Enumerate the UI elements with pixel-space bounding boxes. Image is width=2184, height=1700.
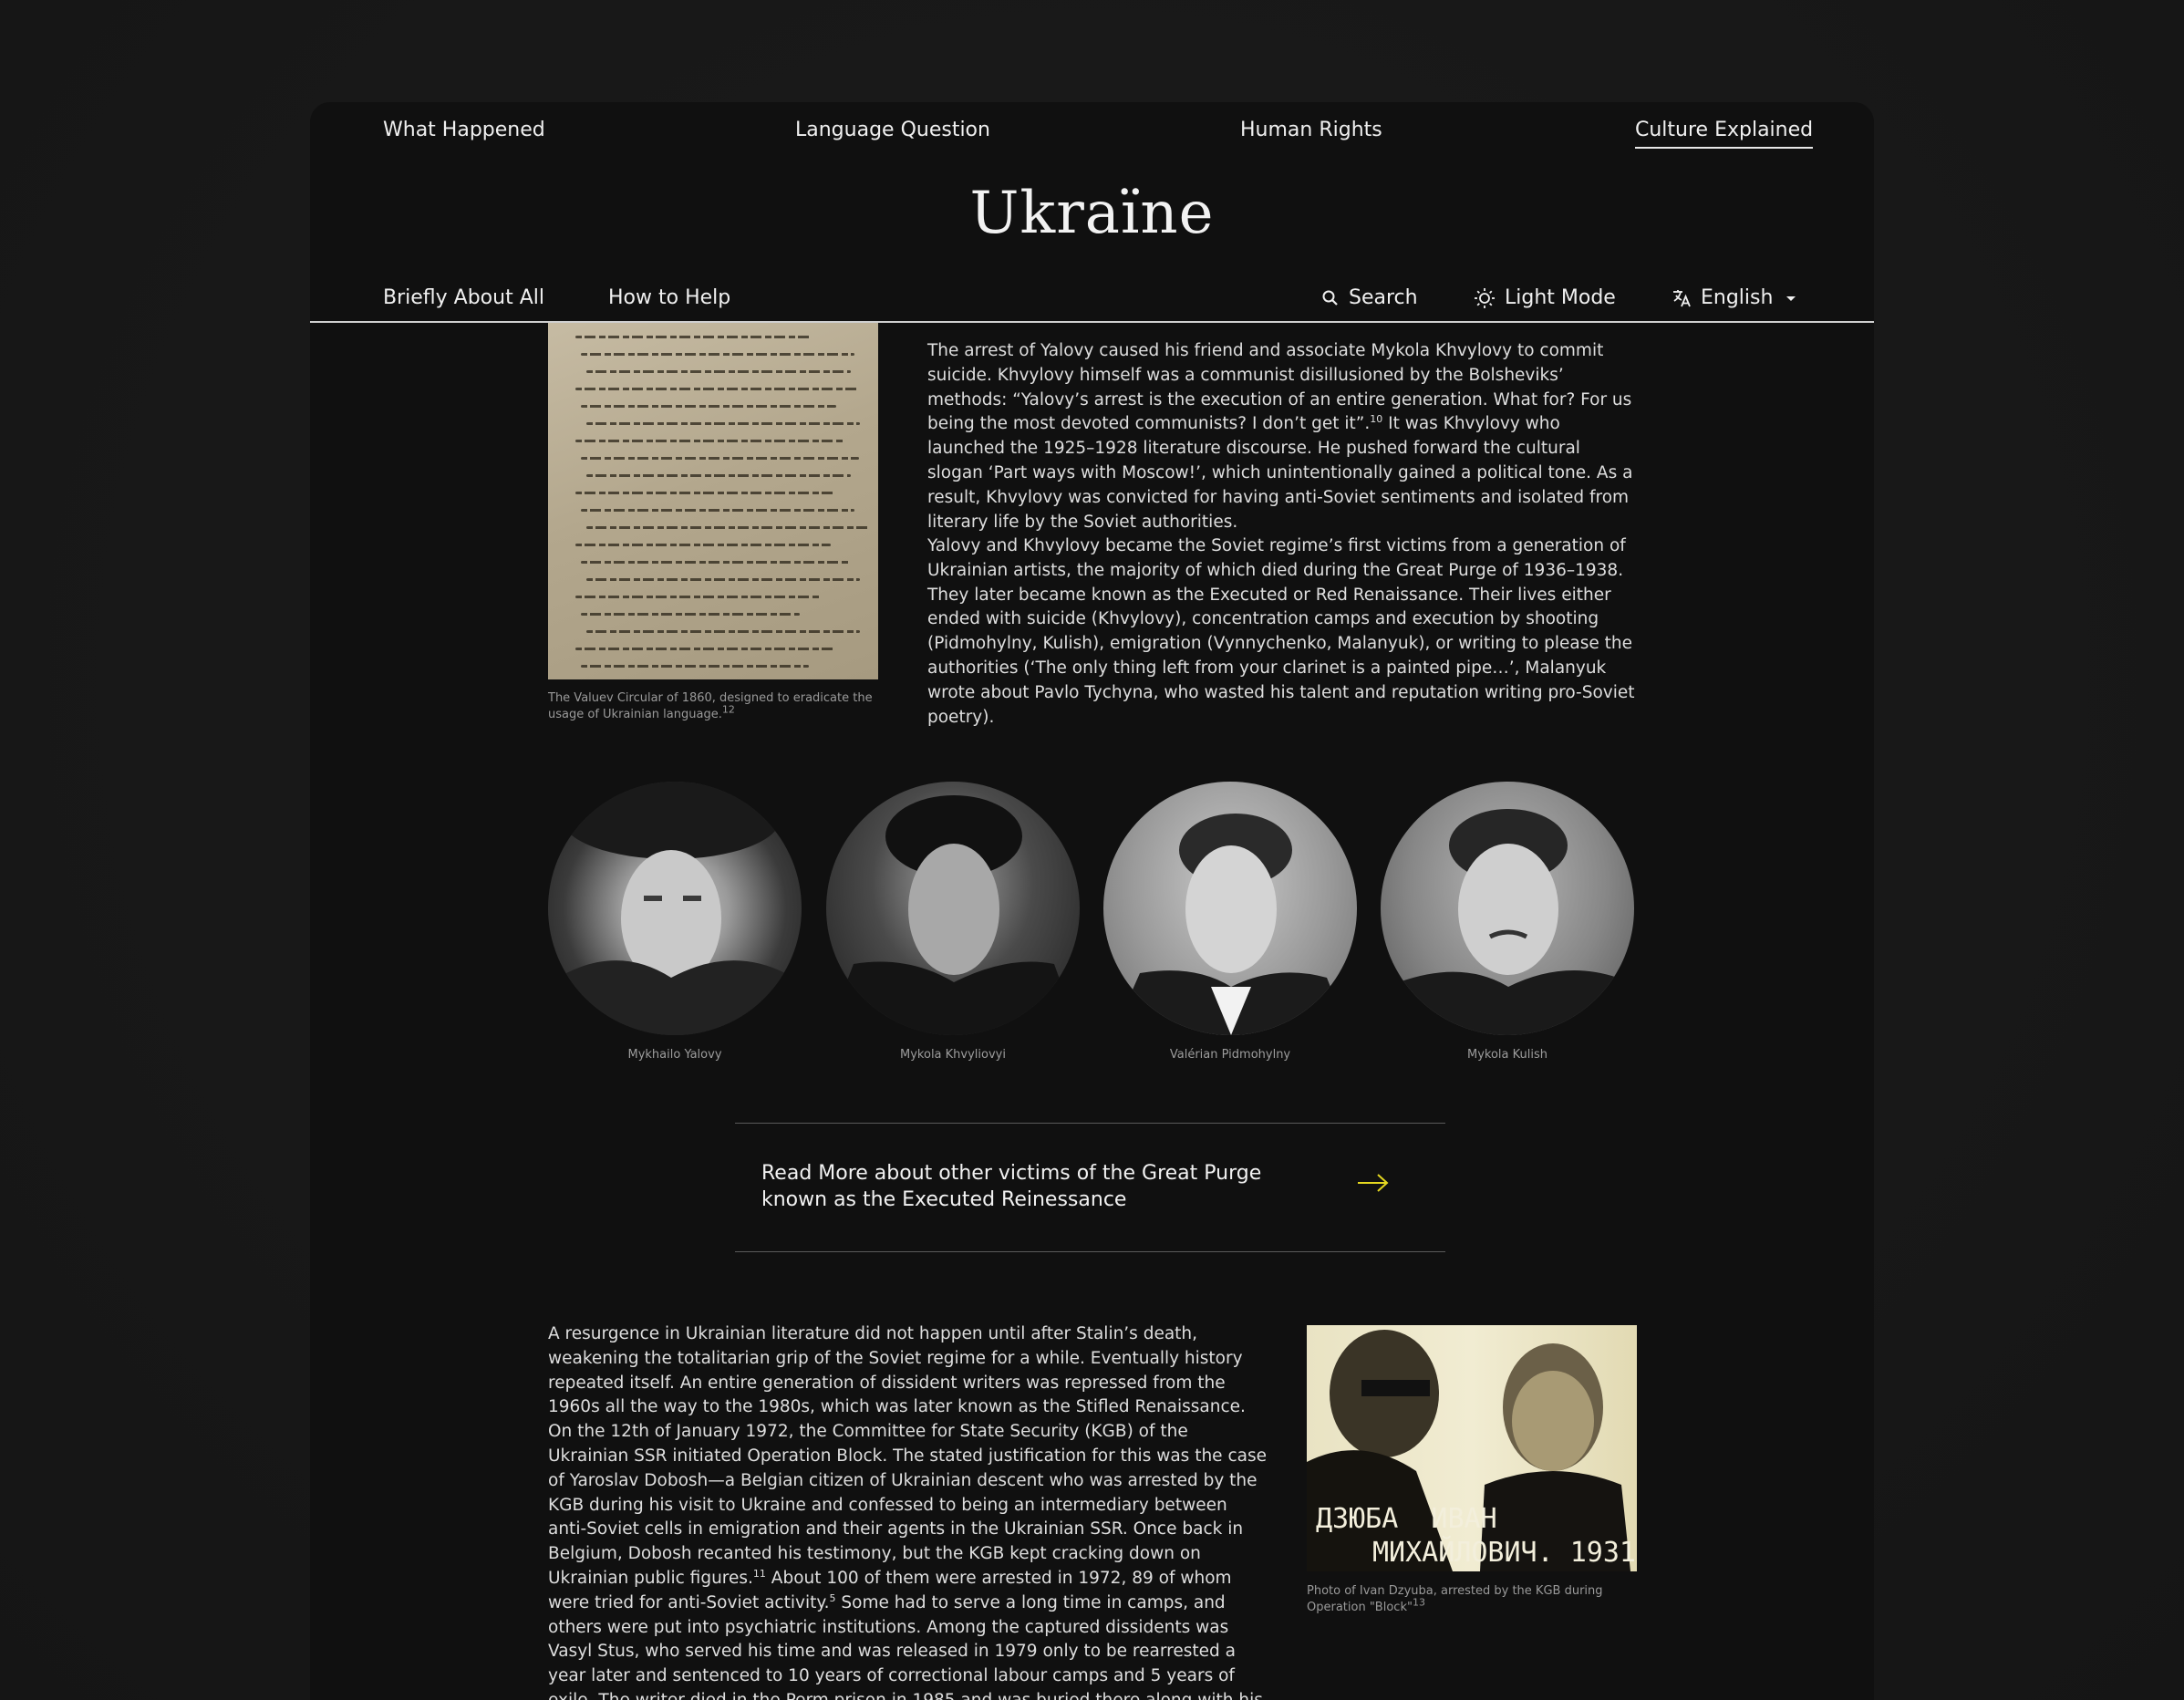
handwriting-line — [575, 336, 813, 338]
handwriting-line — [581, 665, 809, 668]
cta-divider-bottom — [735, 1251, 1445, 1252]
paragraph-khvylovy: The arrest of Yalovy caused his friend a… — [927, 339, 1639, 534]
handwriting-line — [586, 474, 851, 477]
handwriting-line — [575, 440, 844, 442]
caption-text: Photo of Ivan Dzyuba, arrested by the KG… — [1307, 1584, 1603, 1614]
handwriting-line — [575, 492, 835, 494]
nav-briefly-about-all[interactable]: Briefly About All — [383, 285, 544, 312]
search-icon — [1322, 290, 1338, 306]
portrait-name: Valérian Pidmohylny — [1169, 1048, 1291, 1062]
valuev-circular-image — [548, 323, 878, 679]
portrait-name: Mykola Kulish — [1467, 1048, 1547, 1062]
handwriting-line — [581, 613, 800, 616]
nav-how-to-help[interactable]: How to Help — [608, 285, 730, 312]
handwriting-line — [581, 509, 854, 512]
handwriting-line — [586, 578, 860, 581]
handwriting-line — [586, 370, 851, 373]
dzyuba-photo-caption: Photo of Ivan Dzyuba, arrested by the KG… — [1307, 1583, 1608, 1616]
portrait-yalovy-art — [548, 782, 802, 1035]
nav-what-happened[interactable]: What Happened — [383, 117, 545, 144]
footnote-ref[interactable]: 11 — [753, 1568, 766, 1580]
dzyuba-mugshot-image: ДЗЮБА ИВАН МИХАЙЛОВИЧ. 1931 — [1307, 1325, 1637, 1571]
caption-footnote[interactable]: 13 — [1413, 1597, 1425, 1609]
cta-divider-top — [735, 1123, 1445, 1124]
handwriting-line — [575, 648, 835, 650]
handwriting-line — [586, 422, 860, 425]
sun-icon — [1475, 288, 1495, 308]
mugshot-label-line2: МИХАЙЛОВИЧ. 1931 — [1372, 1537, 1636, 1569]
paragraph-text: A resurgence in Ukrainian literature did… — [548, 1324, 1267, 1588]
portrait-name: Mykhailo Yalovy — [627, 1048, 722, 1062]
portrait-kulish-art — [1381, 809, 1634, 1035]
search-button[interactable]: Search — [1321, 285, 1418, 312]
footnote-ref[interactable]: 5 — [830, 1592, 836, 1604]
portrait-kulish — [1381, 782, 1634, 1035]
handwriting-line — [575, 388, 858, 390]
handwriting-line — [581, 457, 859, 460]
handwriting-line — [586, 630, 860, 633]
caption-text: The Valuev Circular of 1860, designed to… — [548, 691, 873, 721]
nav-divider — [310, 321, 1874, 323]
handwriting-line — [581, 353, 854, 356]
arrow-right-icon[interactable] — [1356, 1172, 1391, 1194]
portrait-pidmohylny — [1103, 782, 1357, 1035]
portrait-name: Mykola Khvyliovyi — [900, 1048, 1006, 1062]
handwriting-line — [575, 544, 831, 546]
caption-footnote[interactable]: 12 — [722, 704, 735, 716]
caret-down-icon — [1786, 296, 1796, 301]
handwriting-line — [581, 405, 836, 408]
read-more-link[interactable]: Read More about other victims of the Gre… — [761, 1160, 1272, 1213]
translate-icon — [1673, 290, 1691, 307]
paragraph-executed-renaissance: Yalovy and Khvylovy became the Soviet re… — [927, 536, 1635, 727]
language-select[interactable]: English — [1672, 285, 1807, 312]
mugshot-label-line1: ДЗЮБА ИВАН — [1316, 1503, 1497, 1535]
handwriting-line — [575, 596, 822, 598]
light-mode-toggle[interactable]: Light Mode — [1474, 285, 1616, 312]
portrait-khvylovy-art — [826, 795, 1080, 1035]
nav-language-question[interactable]: Language Question — [795, 117, 990, 144]
nav-human-rights[interactable]: Human Rights — [1240, 117, 1382, 144]
light-mode-label: Light Mode — [1505, 286, 1616, 309]
portrait-pidmohylny-art — [1113, 814, 1350, 1035]
page-frame: What Happened Language Question Human Ri… — [310, 102, 1874, 1700]
handwriting-line — [581, 561, 850, 564]
paragraph-stifled-renaissance: A resurgence in Ukrainian literature did… — [548, 1322, 1268, 1700]
portrait-yalovy — [548, 782, 802, 1035]
valuev-circular-caption: The Valuev Circular of 1860, designed to… — [548, 690, 885, 723]
portrait-khvylovy — [826, 782, 1080, 1035]
nav-culture-explained[interactable]: Culture Explained — [1635, 117, 1814, 149]
site-logo[interactable]: Ukraїne — [310, 180, 1874, 247]
language-label: English — [1701, 286, 1774, 309]
search-label: Search — [1349, 286, 1418, 309]
footnote-ref[interactable]: 10 — [1370, 413, 1382, 425]
handwriting-line — [586, 526, 869, 529]
